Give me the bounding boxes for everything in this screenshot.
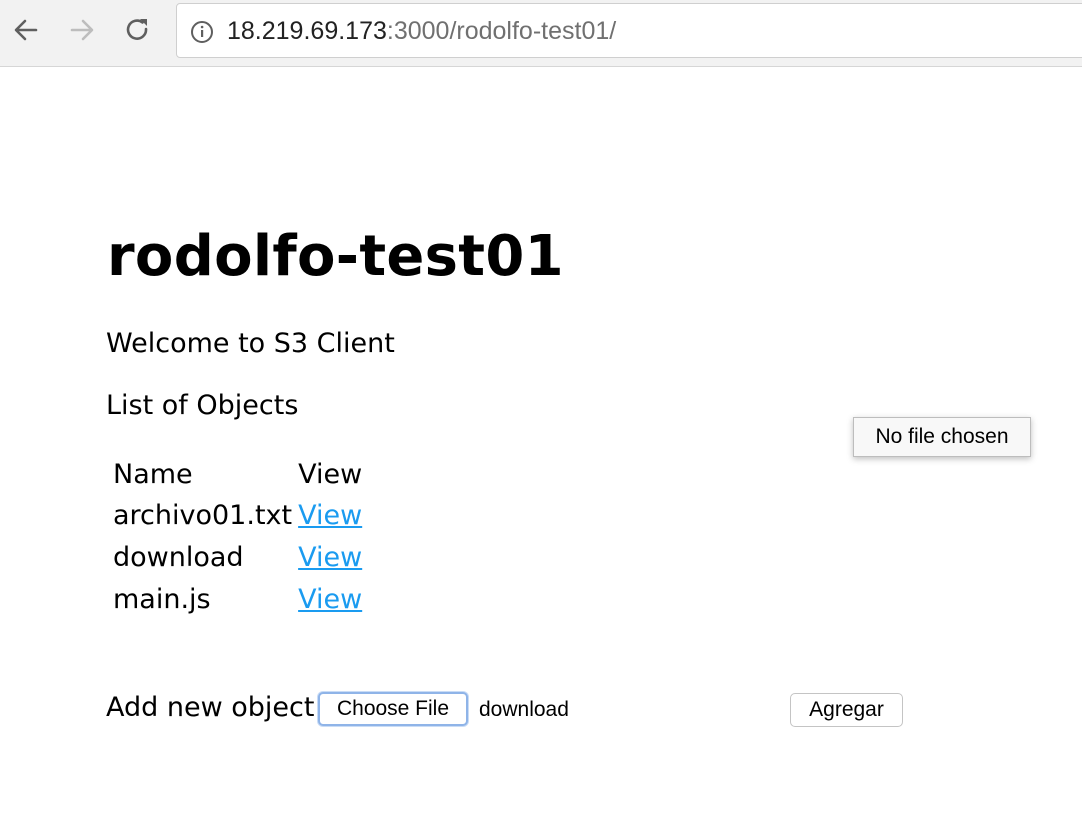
view-cell: View (295, 494, 365, 536)
list-heading: List of Objects (106, 390, 299, 421)
column-header-view: View (298, 458, 363, 490)
back-button[interactable] (11, 14, 41, 46)
url-text[interactable]: 18.219.69.173:3000/rodolfo-test01/ (227, 16, 616, 46)
info-icon[interactable] (190, 20, 214, 44)
browser-toolbar: 18.219.69.173:3000/rodolfo-test01/ (0, 0, 1082, 67)
reload-icon (126, 19, 148, 40)
view-cell: View (295, 536, 365, 578)
add-object-label: Add new object (106, 692, 315, 723)
reload-button[interactable] (123, 14, 153, 46)
column-header-name: Name (113, 458, 193, 490)
view-link[interactable]: View (298, 500, 362, 531)
table-row: download View (110, 536, 365, 578)
object-name: download (113, 541, 244, 573)
object-name: archivo01.txt (113, 499, 293, 531)
view-cell: View (295, 578, 365, 620)
url-path: :3000/rodolfo-test01/ (386, 17, 617, 45)
welcome-text: Welcome to S3 Client (106, 328, 395, 359)
forward-button[interactable] (67, 14, 97, 46)
arrow-left-icon (14, 19, 38, 41)
view-link[interactable]: View (298, 584, 362, 615)
address-bar[interactable]: 18.219.69.173:3000/rodolfo-test01/ (176, 3, 1082, 58)
table-header-row: Name View (110, 454, 365, 494)
objects-table: Name View archivo01.txt View download Vi… (110, 454, 365, 620)
page-title: rodolfo-test01 (107, 224, 564, 289)
table-row: archivo01.txt View (110, 494, 365, 536)
choose-file-button[interactable]: Choose File (318, 692, 468, 726)
table-row: main.js View (110, 578, 365, 620)
agregar-button[interactable]: Agregar (790, 693, 903, 727)
selected-file-name: download (479, 698, 569, 721)
object-name: main.js (113, 583, 211, 615)
url-host: 18.219.69.173 (227, 17, 387, 45)
view-link[interactable]: View (298, 542, 362, 573)
file-input-tooltip: No file chosen (853, 417, 1031, 457)
arrow-right-icon (70, 19, 94, 41)
